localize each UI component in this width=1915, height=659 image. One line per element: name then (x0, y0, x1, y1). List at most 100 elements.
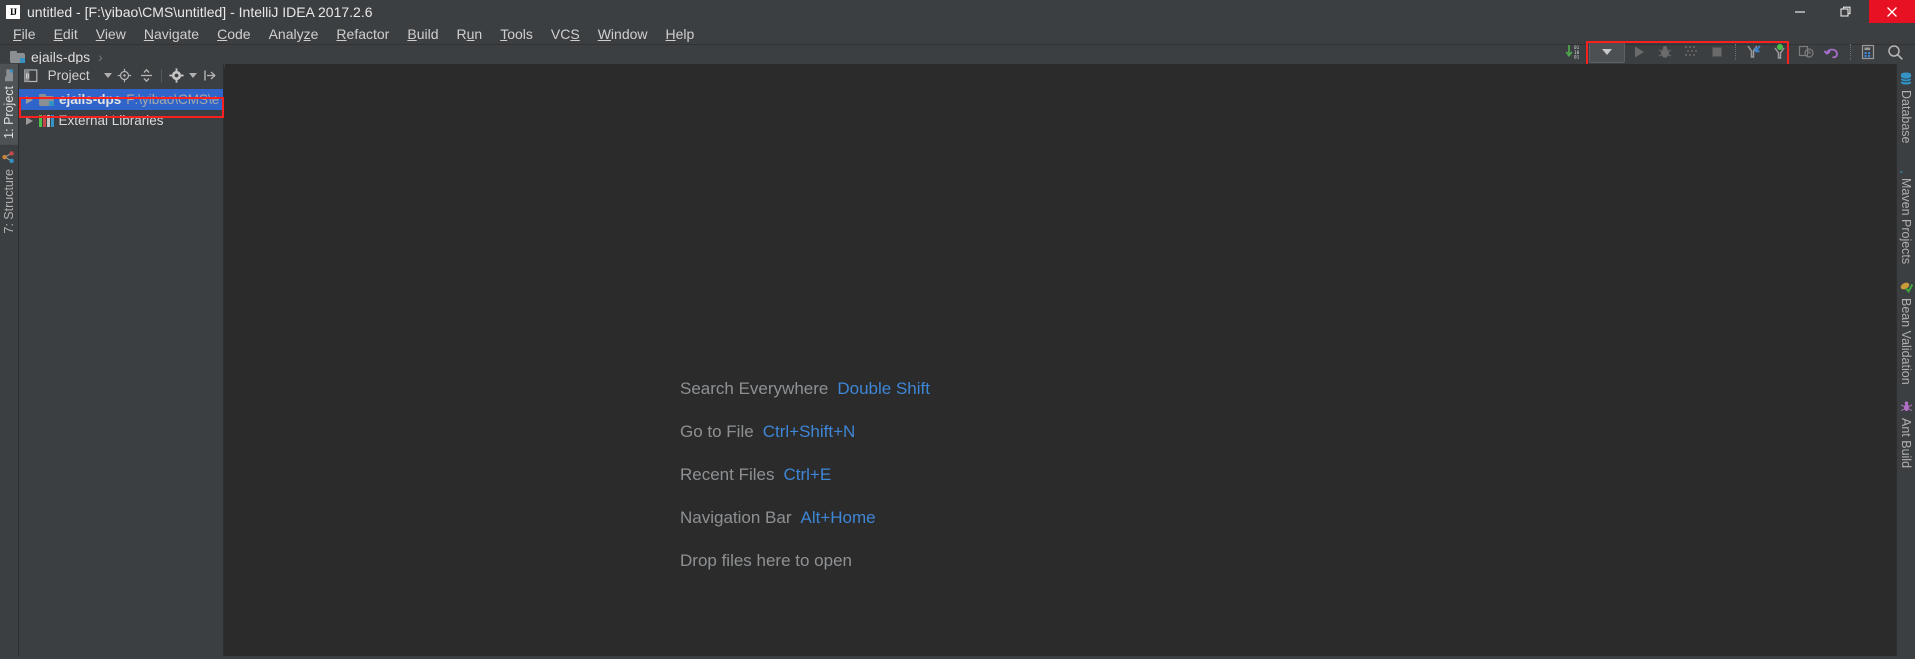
minimize-icon[interactable] (1777, 0, 1823, 23)
sidebar-item-maven-projects[interactable]: m Maven Projects (1897, 152, 1915, 272)
editor-hints: Search Everywhere Double Shift Go to File… (680, 379, 930, 571)
sidebar-item-label: 7: Structure (2, 169, 16, 234)
menu-build[interactable]: Build (398, 24, 447, 44)
tree-row-external-libraries[interactable]: External Libraries (19, 110, 223, 131)
menu-vcs[interactable]: VCS (542, 24, 589, 44)
sidebar-item-label: Database (1899, 90, 1913, 144)
search-icon[interactable] (1883, 41, 1907, 63)
vcs-commit-icon[interactable] (1768, 41, 1792, 63)
left-tool-window-bar: 1: Project 7: Structure (0, 64, 19, 659)
bean-validation-icon (1899, 280, 1913, 293)
hint-recent-files: Recent Files Ctrl+E (680, 465, 930, 485)
hint-action: Recent Files (680, 465, 774, 484)
menu-edit[interactable]: Edit (45, 24, 87, 44)
window-controls (1777, 0, 1915, 23)
window-title: untitled - [F:\yibao\CMS\untitled] - Int… (27, 4, 373, 20)
menu-code[interactable]: Code (208, 24, 259, 44)
debug-icon (1653, 41, 1677, 63)
sidebar-item-label: Bean Validation (1899, 298, 1913, 385)
hint-shortcut: Double Shift (837, 379, 930, 398)
expand-arrow-icon[interactable] (26, 117, 33, 125)
sidebar-item-bean-validation[interactable]: Bean Validation (1897, 272, 1915, 393)
structure-icon (2, 151, 16, 164)
chevron-down-icon (1602, 49, 1612, 55)
vcs-revert-icon[interactable] (1820, 41, 1844, 63)
sidebar-item-database[interactable]: Database (1897, 64, 1915, 152)
app-logo-icon: IJ (6, 5, 20, 19)
ant-build-icon (1899, 400, 1913, 413)
sidebar-item-ant-build[interactable]: Ant Build (1897, 392, 1915, 476)
panel-divider (161, 69, 162, 83)
intellij-idea-window: IJ untitled - [F:\yibao\CMS\untitled] - … (0, 0, 1915, 659)
menu-file[interactable]: File (4, 24, 45, 44)
gear-chevron-down-icon[interactable] (189, 73, 197, 78)
svg-text:01: 01 (1574, 54, 1580, 60)
project-tree: ejails-dps F:\yibao\CMS\e External Libra… (19, 87, 223, 131)
settings-icon[interactable] (1857, 41, 1881, 63)
hint-action: Drop files here to open (680, 551, 852, 570)
sidebar-item-project[interactable]: 1: Project (0, 64, 18, 145)
toolbar-separator-2 (1850, 44, 1851, 60)
vcs-update-icon[interactable] (1742, 41, 1766, 63)
folder-module-icon (10, 51, 25, 63)
menu-navigate[interactable]: Navigate (135, 24, 208, 44)
hint-drop-files: Drop files here to open (680, 551, 930, 571)
hint-action: Navigation Bar (680, 508, 792, 527)
hide-icon[interactable] (201, 67, 219, 85)
menu-view[interactable]: View (87, 24, 135, 44)
menu-analyze[interactable]: Analyze (260, 24, 328, 44)
menu-help[interactable]: Help (657, 24, 704, 44)
breadcrumb-label: ejails-dps (31, 49, 90, 65)
breadcrumb-separator: › (98, 49, 103, 65)
gear-icon[interactable] (168, 67, 186, 85)
sidebar-item-structure[interactable]: 7: Structure (0, 145, 18, 240)
hint-go-to-file: Go to File Ctrl+Shift+N (680, 422, 930, 442)
run-configurations-combo[interactable] (1589, 42, 1625, 63)
collapse-all-icon[interactable] (137, 67, 155, 85)
sidebar-item-label: Ant Build (1899, 418, 1913, 468)
hint-action: Go to File (680, 422, 754, 441)
vcs-history-icon (1794, 41, 1818, 63)
chevron-down-icon[interactable] (104, 73, 112, 78)
scroll-from-source-icon[interactable] (116, 67, 134, 85)
svg-text:B: B (26, 72, 30, 80)
run-with-coverage-icon (1679, 41, 1703, 63)
svg-text:m: m (1900, 170, 1907, 173)
hint-shortcut: Alt+Home (801, 508, 876, 527)
right-tool-window-bar: Database m Maven Projects Bean Validatio… (1896, 64, 1915, 659)
tree-node-label: External Libraries (59, 113, 164, 128)
menu-refactor[interactable]: Refactor (327, 24, 398, 44)
hint-action: Search Everywhere (680, 379, 828, 398)
hint-navigation-bar: Navigation Bar Alt+Home (680, 508, 930, 528)
menu-window[interactable]: Window (589, 24, 657, 44)
project-tool-window: B Project (19, 64, 224, 659)
project-view-icon[interactable]: B (23, 67, 41, 85)
tree-row-ejails-dps[interactable]: ejails-dps F:\yibao\CMS\e (19, 89, 223, 110)
hint-shortcut: Ctrl+E (783, 465, 831, 484)
hint-shortcut: Ctrl+Shift+N (763, 422, 856, 441)
sidebar-item-label: Maven Projects (1899, 178, 1913, 264)
project-panel-title: Project (48, 68, 90, 83)
editor-empty-area[interactable]: Search Everywhere Double Shift Go to File… (225, 64, 1896, 659)
hint-search-everywhere: Search Everywhere Double Shift (680, 379, 930, 399)
breadcrumb[interactable]: ejails-dps (10, 49, 90, 65)
menu-tools[interactable]: Tools (491, 24, 542, 44)
expand-arrow-icon[interactable] (26, 96, 33, 104)
database-icon (1899, 72, 1913, 85)
main-toolbar: 01 10 01 (1563, 40, 1907, 64)
project-icon (2, 70, 16, 81)
libraries-icon (39, 115, 54, 127)
module-folder-icon (39, 94, 54, 106)
restore-icon[interactable] (1823, 0, 1869, 23)
title-bar: IJ untitled - [F:\yibao\CMS\untitled] - … (0, 0, 1915, 23)
tree-node-label: ejails-dps (59, 92, 121, 107)
project-panel-header: B Project (19, 64, 223, 87)
update-project-icon[interactable]: 01 10 01 (1563, 41, 1587, 63)
tree-node-path: F:\yibao\CMS\e (126, 92, 219, 107)
maven-icon: m (1899, 160, 1913, 173)
menu-run[interactable]: Run (448, 24, 492, 44)
close-icon[interactable] (1869, 0, 1915, 23)
sidebar-item-label: 1: Project (2, 86, 16, 139)
toolbar-separator (1735, 44, 1736, 60)
run-icon (1627, 41, 1651, 63)
